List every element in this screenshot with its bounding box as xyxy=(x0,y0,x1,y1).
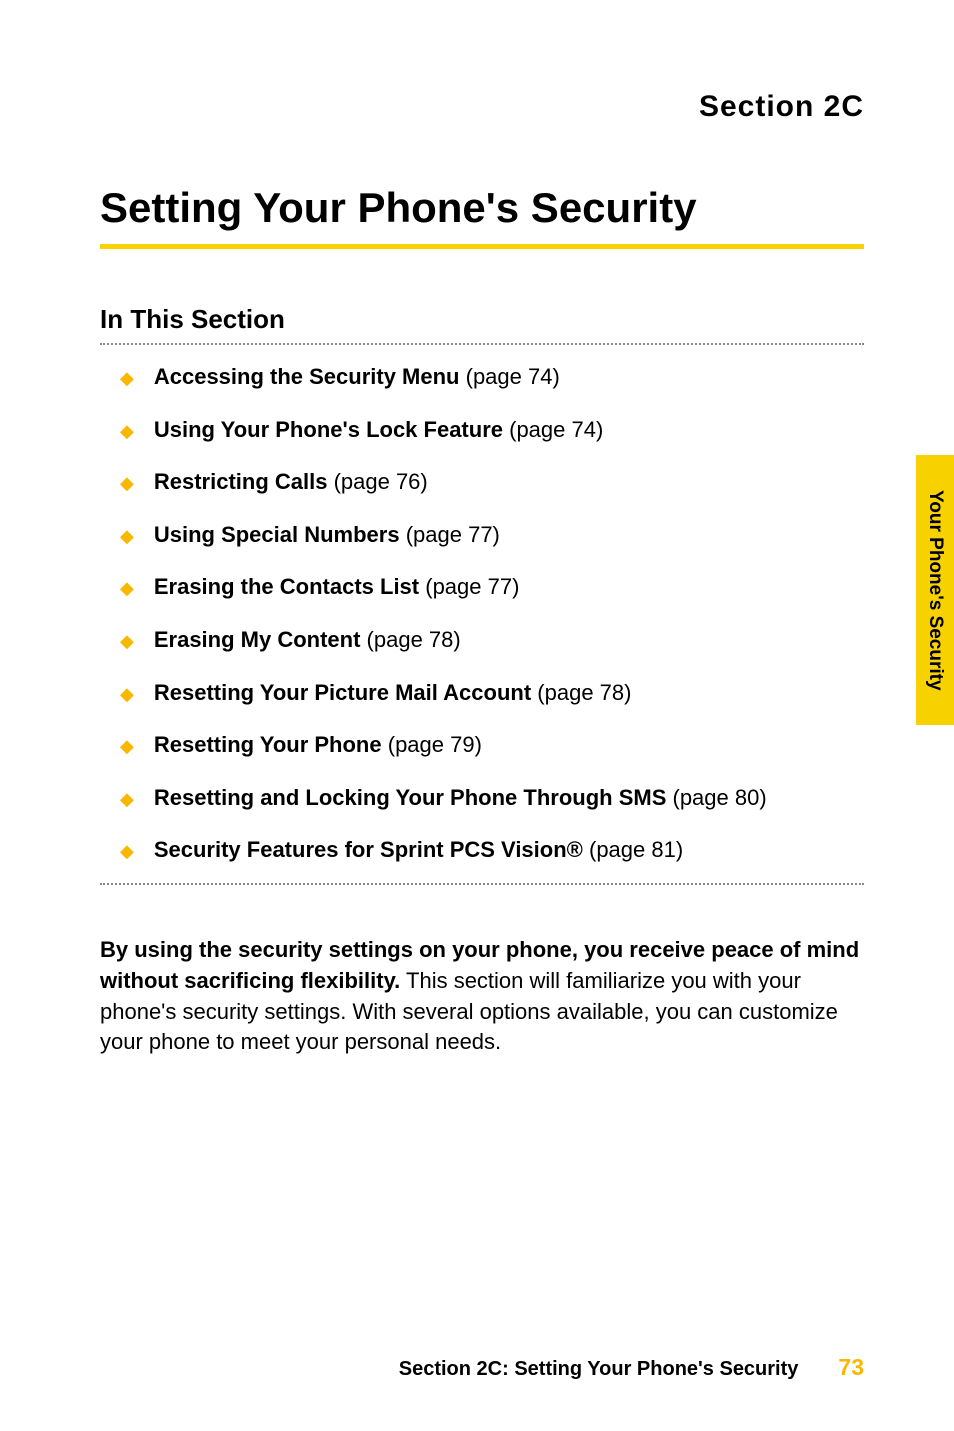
diamond-bullet-icon: ◆ xyxy=(120,578,134,599)
diamond-bullet-icon: ◆ xyxy=(120,368,134,389)
document-page: Section 2C Setting Your Phone's Security… xyxy=(0,0,954,1431)
toc-item-page: (page 81) xyxy=(583,837,683,862)
dotted-divider-top xyxy=(100,343,864,345)
main-title: Setting Your Phone's Security xyxy=(100,184,864,232)
toc-item: ◆ Erasing the Contacts List (page 77) xyxy=(120,573,864,602)
toc-item-page: (page 77) xyxy=(400,522,500,547)
toc-item-title: Resetting and Locking Your Phone Through… xyxy=(154,785,667,810)
toc-text: Erasing the Contacts List (page 77) xyxy=(154,573,520,602)
toc-item-title: Accessing the Security Menu xyxy=(154,364,460,389)
toc-item-title: Resetting Your Phone xyxy=(154,732,382,757)
footer-section-text: Section 2C: Setting Your Phone's Securit… xyxy=(399,1358,799,1381)
section-label: Section 2C xyxy=(100,90,864,124)
toc-item: ◆ Erasing My Content (page 78) xyxy=(120,626,864,655)
footer-page-number: 73 xyxy=(838,1354,864,1381)
toc-text: Resetting Your Picture Mail Account (pag… xyxy=(154,679,632,708)
toc-item-page: (page 79) xyxy=(382,732,482,757)
diamond-bullet-icon: ◆ xyxy=(120,736,134,757)
page-footer: Section 2C: Setting Your Phone's Securit… xyxy=(100,1354,864,1381)
body-paragraph: By using the security settings on your p… xyxy=(100,935,864,1058)
toc-item-page: (page 74) xyxy=(460,364,560,389)
toc-text: Using Your Phone's Lock Feature (page 74… xyxy=(154,416,603,445)
toc-text: Using Special Numbers (page 77) xyxy=(154,521,500,550)
toc-item: ◆ Using Your Phone's Lock Feature (page … xyxy=(120,416,864,445)
diamond-bullet-icon: ◆ xyxy=(120,473,134,494)
dotted-divider-bottom xyxy=(100,883,864,885)
toc-item-page: (page 74) xyxy=(503,417,603,442)
diamond-bullet-icon: ◆ xyxy=(120,684,134,705)
diamond-bullet-icon: ◆ xyxy=(120,526,134,547)
diamond-bullet-icon: ◆ xyxy=(120,789,134,810)
toc-item: ◆ Resetting Your Phone (page 79) xyxy=(120,731,864,760)
toc-item-title: Erasing the Contacts List xyxy=(154,574,419,599)
toc-text: Security Features for Sprint PCS Vision®… xyxy=(154,836,683,865)
toc-text: Resetting and Locking Your Phone Through… xyxy=(154,784,767,813)
toc-item: ◆ Resetting and Locking Your Phone Throu… xyxy=(120,784,864,813)
toc-item: ◆ Resetting Your Picture Mail Account (p… xyxy=(120,679,864,708)
toc-item-page: (page 78) xyxy=(360,627,460,652)
toc-item: ◆ Security Features for Sprint PCS Visio… xyxy=(120,836,864,865)
toc-item-page: (page 78) xyxy=(531,680,631,705)
diamond-bullet-icon: ◆ xyxy=(120,841,134,862)
toc-item-page: (page 80) xyxy=(666,785,766,810)
table-of-contents: ◆ Accessing the Security Menu (page 74) … xyxy=(100,363,864,865)
side-tab: Your Phone's Security xyxy=(916,455,954,725)
title-underline xyxy=(100,244,864,249)
toc-item-title: Using Special Numbers xyxy=(154,522,400,547)
toc-item: ◆ Accessing the Security Menu (page 74) xyxy=(120,363,864,392)
diamond-bullet-icon: ◆ xyxy=(120,631,134,652)
toc-item-page: (page 76) xyxy=(327,469,427,494)
toc-text: Restricting Calls (page 76) xyxy=(154,468,428,497)
toc-item: ◆ Using Special Numbers (page 77) xyxy=(120,521,864,550)
diamond-bullet-icon: ◆ xyxy=(120,421,134,442)
toc-item-title: Resetting Your Picture Mail Account xyxy=(154,680,531,705)
toc-item-title: Security Features for Sprint PCS Vision® xyxy=(154,837,583,862)
toc-item-title: Erasing My Content xyxy=(154,627,361,652)
toc-item-title: Restricting Calls xyxy=(154,469,328,494)
toc-text: Erasing My Content (page 78) xyxy=(154,626,461,655)
toc-text: Accessing the Security Menu (page 74) xyxy=(154,363,560,392)
side-tab-label: Your Phone's Security xyxy=(924,490,946,691)
toc-item-page: (page 77) xyxy=(419,574,519,599)
toc-text: Resetting Your Phone (page 79) xyxy=(154,731,482,760)
toc-item-title: Using Your Phone's Lock Feature xyxy=(154,417,503,442)
toc-item: ◆ Restricting Calls (page 76) xyxy=(120,468,864,497)
subsection-title: In This Section xyxy=(100,304,864,335)
